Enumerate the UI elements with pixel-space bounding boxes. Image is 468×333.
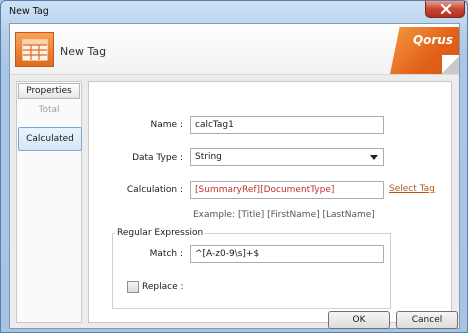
sidebar-item-calculated[interactable]: Calculated	[18, 127, 82, 151]
match-field[interactable]: ^[A-z0-9\s]+$	[190, 245, 384, 263]
calculation-field[interactable]: [SummaryRef][DocumentType]	[190, 181, 384, 199]
header-title: New Tag	[60, 45, 107, 58]
properties-panel: Name : calcTag1 Data Type : String Calcu…	[88, 81, 452, 323]
example-hint: Example: [Title] [FirstName] [LastName]	[193, 210, 375, 220]
calculation-label: Calculation :	[126, 185, 183, 195]
name-label: Name :	[150, 120, 183, 130]
regex-group-title: Regular Expression	[115, 228, 206, 238]
data-type-value: String	[195, 152, 222, 162]
name-field[interactable]: calcTag1	[190, 116, 384, 134]
data-type-label: Data Type :	[132, 153, 183, 163]
data-type-select[interactable]: String	[190, 148, 384, 166]
close-icon	[440, 4, 452, 15]
properties-sidebar: Properties Total Calculated	[16, 81, 82, 323]
new-tag-window: New Tag New Tag Qorus Properties Total C…	[0, 0, 468, 333]
replace-label: Replace :	[142, 282, 184, 292]
dialog-header: New Tag Qorus	[10, 24, 459, 75]
sidebar-header: Properties	[18, 83, 80, 99]
dialog-client: New Tag Qorus Properties Total Calculate…	[9, 23, 460, 329]
sidebar-item-total[interactable]: Total	[17, 105, 81, 115]
ok-button[interactable]: OK	[328, 311, 390, 329]
title-bar[interactable]: New Tag	[1, 1, 467, 23]
table-icon	[15, 32, 54, 67]
window-title: New Tag	[9, 6, 49, 17]
match-label: Match :	[149, 249, 183, 259]
close-button[interactable]	[425, 1, 465, 18]
replace-checkbox[interactable]	[127, 281, 139, 293]
chevron-down-icon	[370, 155, 378, 160]
cancel-button[interactable]: Cancel	[396, 311, 458, 329]
page-fold-decoration	[442, 55, 459, 74]
brand-text: Qorus	[412, 33, 453, 47]
select-tag-link[interactable]: Select Tag	[389, 184, 435, 194]
